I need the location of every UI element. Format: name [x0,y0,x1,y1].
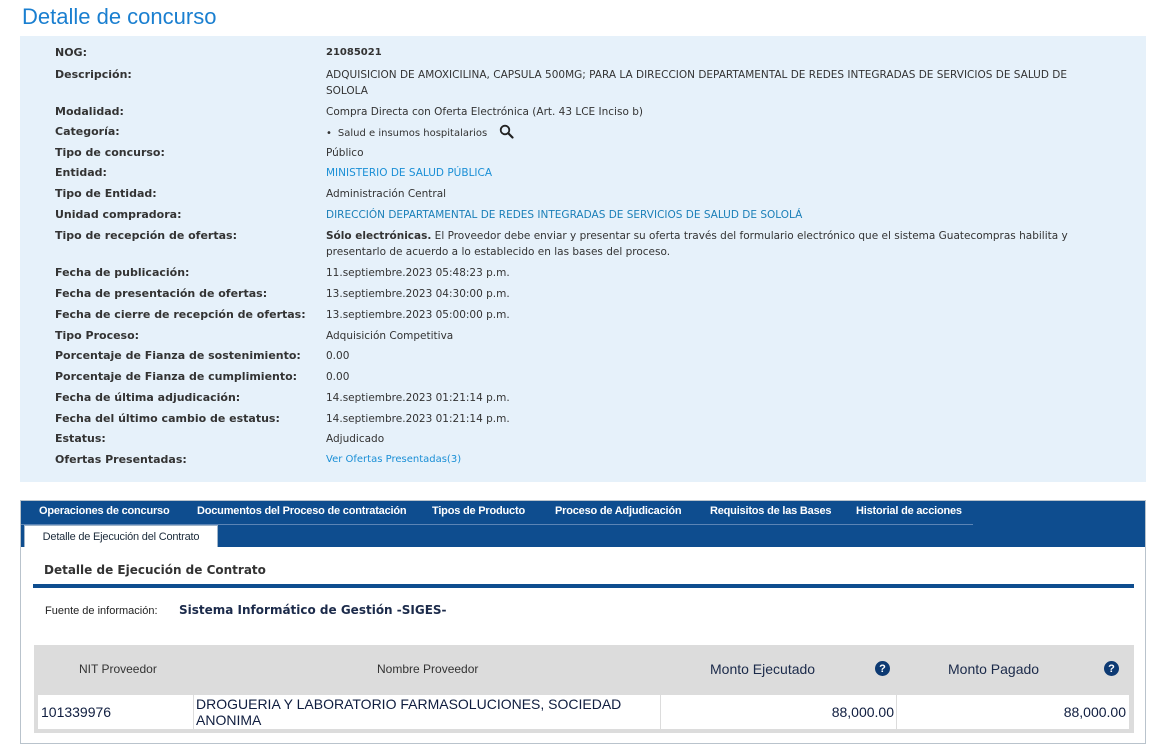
cell-nit: 101339976 [38,695,193,729]
fecha-publicacion-value: 11.septiembre.2023 05:48:23 p.m. [326,267,510,279]
detail-label: Fecha de cierre de recepción de ofertas: [55,308,306,321]
tab-documentos-proceso[interactable]: Documentos del Proceso de contratación [197,505,407,517]
tab-requisitos-bases[interactable]: Requisitos de las Bases [710,505,832,517]
help-icon[interactable]: ? [875,661,890,676]
cell-nombre: DROGUERIA Y LABORATORIO FARMASOLUCIONES,… [194,695,660,729]
tab-tipos-producto[interactable]: Tipos de Producto [432,505,525,517]
detail-label: NOG: [55,46,87,59]
detail-label: Porcentaje de Fianza de cumplimiento: [55,370,298,383]
categoria-value: • Salud e insumos hospitalarios [326,124,1106,144]
section-divider [33,584,1134,588]
detail-label: Unidad compradora: [55,208,182,221]
help-icon[interactable]: ? [1104,661,1119,676]
source-value: Sistema Informático de Gestión -SIGES- [179,603,447,617]
ver-ofertas-link[interactable]: Ver Ofertas Presentadas(3) [326,452,1106,468]
tab-proceso-adjudicacion[interactable]: Proceso de Adjudicación [555,505,682,517]
cell-monto-pagado: 88,000.00 [897,695,1129,729]
fianza-sostenimiento-value: 0.00 [326,350,350,362]
detail-label: Fecha de publicación: [55,266,190,279]
nog-value: 21085021 [326,47,382,58]
tipo-recepcion-value: Sólo electrónicas. El Proveedor debe env… [326,228,1106,260]
tab-historial-acciones[interactable]: Historial de acciones [856,505,962,517]
tabs-container: Operaciones de concurso Documentos del P… [20,500,1146,744]
fecha-cambio-estatus-value: 14.septiembre.2023 01:21:14 p.m. [326,413,510,425]
detail-label: Tipo de Entidad: [55,187,157,200]
category-label: Salud e insumos hospitalarios [337,128,488,139]
column-header-nombre: Nombre Proveedor [377,662,479,676]
detail-label: Fecha del último cambio de estatus: [55,412,280,425]
column-header-monto-ejecutado: Monto Ejecutado [710,661,816,677]
fecha-adjudicacion-value: 14.septiembre.2023 01:21:14 p.m. [326,392,510,404]
detail-label: Estatus: [55,432,106,445]
search-icon[interactable] [499,124,514,144]
detail-label: Entidad: [55,166,107,179]
column-header-monto-pagado: Monto Pagado [948,661,1040,677]
entidad-link[interactable]: MINISTERIO DE SALUD PÚBLICA [326,165,1106,181]
detail-label: Categoría: [55,125,120,138]
detail-label: Fecha de presentación de ofertas: [55,287,268,300]
bullet: • [326,128,332,139]
tipo-concurso-value: Público [326,147,364,159]
column-header-nit: NIT Proveedor [79,662,157,676]
category-item: • Salud e insumos hospitalarios [326,124,514,144]
fecha-presentacion-value: 13.septiembre.2023 04:30:00 p.m. [326,288,510,300]
detail-label: Tipo de recepción de ofertas: [55,229,237,242]
detail-label: Ofertas Presentadas: [55,453,187,466]
unidad-compradora-link[interactable]: DIRECCIÓN DEPARTAMENTAL DE REDES INTEGRA… [326,207,1106,223]
tab-detalle-ejecucion-contrato[interactable]: Detalle de Ejecución del Contrato [24,525,218,547]
section-title: Detalle de Ejecución de Contrato [44,563,266,577]
modalidad-value: Compra Directa con Oferta Electrónica (A… [326,106,643,118]
tab-panel: Detalle de Ejecución de Contrato Fuente … [21,547,1145,743]
page-title: Detalle de concurso [22,4,217,29]
detail-label: Modalidad: [55,105,124,118]
source-label: Fuente de información: [45,605,158,617]
estatus-value: Adjudicado [326,433,385,445]
tab-bar: Operaciones de concurso Documentos del P… [21,501,1145,547]
detail-label: Descripción: [55,68,132,81]
detail-label: Tipo Proceso: [55,329,140,342]
contract-table: NIT Proveedor Nombre Proveedor Monto Eje… [34,645,1134,733]
fianza-cumplimiento-value: 0.00 [326,371,350,383]
detail-label: Tipo de concurso: [55,146,165,159]
tipo-entidad-value: Administración Central [326,188,447,200]
tipo-proceso-value: Adquisición Competitiva [326,330,454,342]
recepcion-text: El Proveedor debe enviar y presentar su … [326,230,1068,258]
tender-details-panel: NOG: 21085021 Descripción: ADQUISICION D… [20,36,1146,482]
cell-monto-ejecutado: 88,000.00 [661,695,896,729]
detail-label: Porcentaje de Fianza de sostenimiento: [55,349,301,362]
descripcion-value: ADQUISICION DE AMOXICILINA, CAPSULA 500M… [326,69,1068,97]
recepcion-strong: Sólo electrónicas. [326,230,432,242]
detail-label: Fecha de última adjudicación: [55,391,241,404]
fecha-cierre-value: 13.septiembre.2023 05:00:00 p.m. [326,309,510,321]
tab-operaciones-concurso[interactable]: Operaciones de concurso [39,505,170,517]
